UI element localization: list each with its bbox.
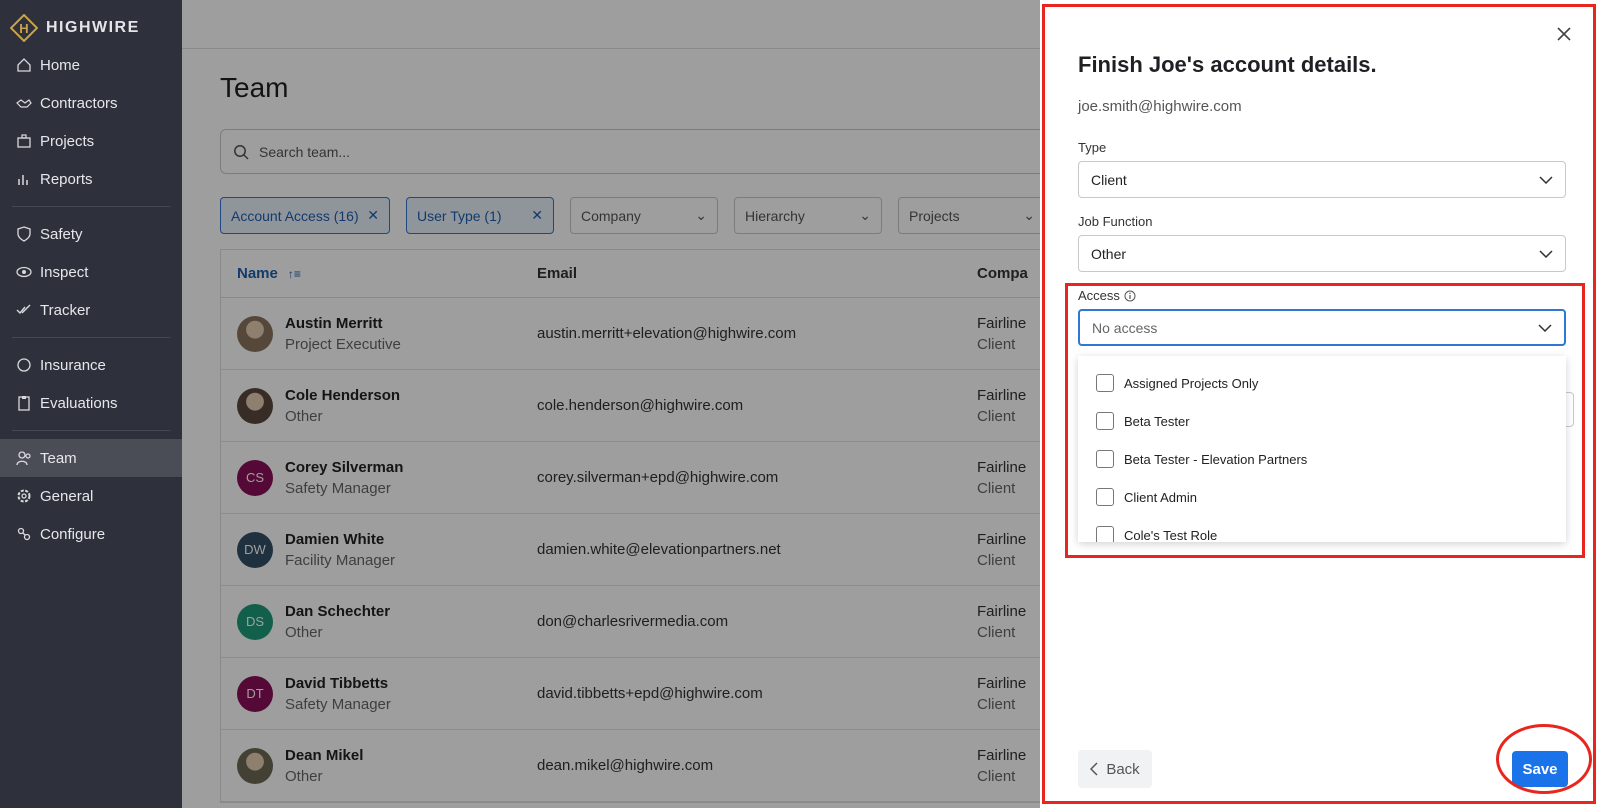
brand-name: HIGHWIRE xyxy=(46,19,140,36)
sidebar-item-label: Configure xyxy=(40,525,106,543)
sidebar-nav: Home Contractors Projects Reports Safety Insp… xyxy=(0,46,182,553)
sidebar-item-insurance[interactable]: Insurance xyxy=(0,346,182,384)
sidebar-item-label: General xyxy=(40,487,94,505)
sidebar-item-label: Contractors xyxy=(40,94,118,112)
annotation-save-circle xyxy=(1496,724,1592,794)
sidebar-item-reports[interactable]: Reports xyxy=(0,160,182,198)
handshake-icon xyxy=(16,95,32,111)
briefcase-icon xyxy=(16,133,32,149)
sidebar-item-label: Safety xyxy=(40,225,83,243)
checks-icon xyxy=(16,302,32,318)
sidebar-item-label: Home xyxy=(40,56,81,74)
sidebar-divider xyxy=(12,206,170,207)
sidebar-item-configure[interactable]: Configure xyxy=(0,515,182,553)
sidebar-item-contractors[interactable]: Contractors xyxy=(0,84,182,122)
sidebar-item-label: Evaluations xyxy=(40,394,118,412)
sidebar-item-tracker[interactable]: Tracker xyxy=(0,291,182,329)
annotation-access-outline xyxy=(1065,283,1585,558)
team-page: Team Search team... Account Access (16) … xyxy=(182,0,1040,808)
sidebar-item-label: Insurance xyxy=(40,356,106,374)
sidebar-item-evaluations[interactable]: Evaluations xyxy=(0,384,182,422)
sidebar-item-label: Projects xyxy=(40,132,95,150)
sidebar-item-team[interactable]: Team xyxy=(0,439,182,477)
sidebar-divider xyxy=(12,430,170,431)
sidebar-item-label: Reports xyxy=(40,170,93,188)
sidebar-item-inspect[interactable]: Inspect xyxy=(0,253,182,291)
sidebar-item-label: Tracker xyxy=(40,301,91,319)
clipboard-icon xyxy=(16,395,32,411)
eye-icon xyxy=(16,264,32,280)
brand[interactable]: H HIGHWIRE xyxy=(0,0,182,46)
sidebar-item-safety[interactable]: Safety xyxy=(0,215,182,253)
highwire-logo-icon: H xyxy=(10,14,38,42)
users-icon xyxy=(16,450,32,466)
shield-icon xyxy=(16,226,32,242)
sliders-icon xyxy=(16,526,32,542)
umbrella-icon xyxy=(16,357,32,373)
sidebar-item-label: Inspect xyxy=(40,263,89,281)
modal-backdrop[interactable] xyxy=(182,0,1040,808)
sidebar-divider xyxy=(12,337,170,338)
bar-chart-icon xyxy=(16,171,32,187)
sidebar-item-home[interactable]: Home xyxy=(0,46,182,84)
home-icon xyxy=(16,57,32,73)
gear-icon xyxy=(16,488,32,504)
sidebar: H HIGHWIRE Home Contractors Projects Report… xyxy=(0,0,182,808)
svg-text:H: H xyxy=(19,21,28,36)
sidebar-item-projects[interactable]: Projects xyxy=(0,122,182,160)
sidebar-item-label: Team xyxy=(40,449,77,467)
sidebar-item-general[interactable]: General xyxy=(0,477,182,515)
